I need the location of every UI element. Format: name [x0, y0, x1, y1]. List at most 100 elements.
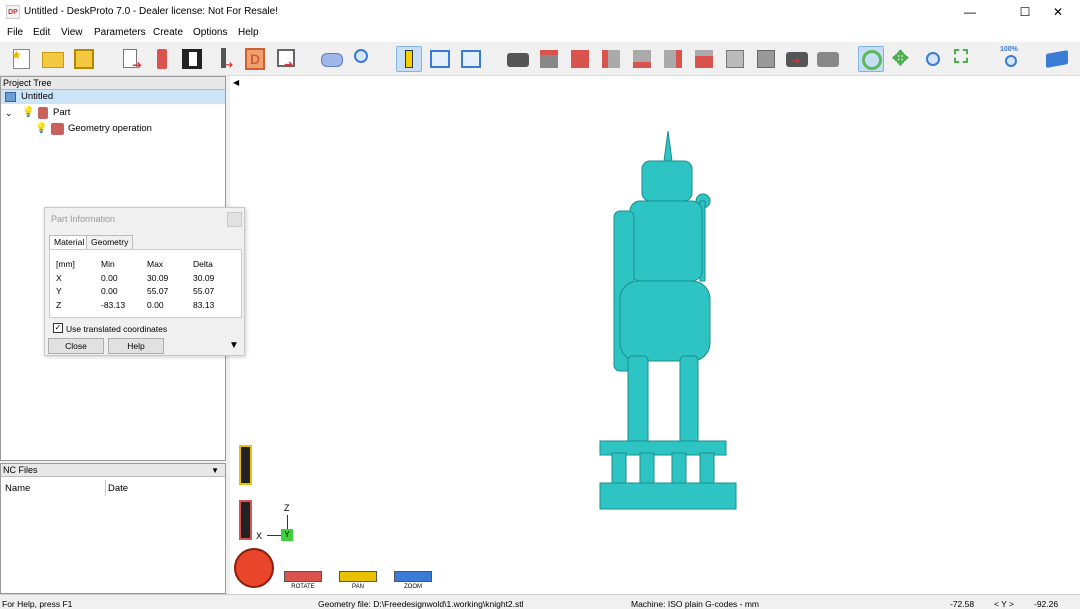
- model-horse-body: [619, 280, 711, 362]
- row-z-delta: 83.13: [193, 300, 215, 310]
- export-button[interactable]: ➜: [273, 46, 299, 72]
- window-title: Untitled - DeskProto 7.0 - Dealer licens…: [24, 6, 278, 17]
- wizard-2d-button[interactable]: ➜: [118, 46, 144, 72]
- maximize-icon: ☐: [1019, 5, 1031, 19]
- view-front-button[interactable]: [598, 46, 624, 72]
- minimize-icon: —: [964, 5, 976, 19]
- minimize-button[interactable]: —: [948, 0, 992, 24]
- view-right-button[interactable]: [691, 46, 717, 72]
- toolbar: ★ ➜ ➜ D ➜ ➜ ✥ 100%: [0, 42, 1080, 76]
- dialog-title: Part Information: [51, 214, 116, 224]
- app-icon[interactable]: DP: [6, 5, 20, 19]
- menu-create[interactable]: Create: [153, 27, 183, 38]
- part-info-button[interactable]: [396, 46, 422, 72]
- translated-coords-checkbox[interactable]: ✓: [53, 323, 63, 333]
- menu-parameters[interactable]: Parameters: [94, 27, 146, 38]
- axis-x-line: [267, 535, 281, 536]
- zoom-window-icon: [954, 49, 968, 63]
- restore-view-button[interactable]: [815, 46, 841, 72]
- status-coord-y: -92.26: [1034, 599, 1059, 609]
- view-bottom-button[interactable]: [722, 46, 748, 72]
- zoom-tool-button[interactable]: [920, 46, 946, 72]
- zoom-label: ZOOM: [404, 584, 422, 590]
- view-top-button[interactable]: [567, 46, 593, 72]
- wizard-3d-button[interactable]: [149, 46, 175, 72]
- pan-arrows-icon: ✥: [892, 48, 909, 70]
- dialog-close-button[interactable]: [227, 212, 242, 227]
- layout-button[interactable]: [427, 46, 453, 72]
- zoom-button[interactable]: [394, 571, 432, 582]
- menu-help[interactable]: Help: [238, 27, 259, 38]
- collapse-panel-icon[interactable]: ◀: [233, 78, 239, 87]
- zoom-100-button[interactable]: 100%: [998, 46, 1024, 72]
- lightbulb-icon[interactable]: 💡: [22, 106, 34, 120]
- tool-button[interactable]: ➜: [211, 46, 237, 72]
- row-x-delta: 30.09: [193, 273, 215, 283]
- tab-geometry[interactable]: Geometry: [86, 235, 134, 249]
- design-button[interactable]: D: [242, 46, 268, 72]
- lightbulb-icon[interactable]: 💡: [35, 122, 47, 136]
- close-button[interactable]: ✕: [1036, 0, 1080, 24]
- preview-button[interactable]: [319, 46, 345, 72]
- part-icon: [38, 107, 48, 119]
- rotate-button[interactable]: [284, 571, 322, 582]
- tab-material[interactable]: Material: [49, 235, 90, 249]
- camera-button[interactable]: [505, 46, 531, 72]
- menu-view[interactable]: View: [61, 27, 83, 38]
- model-leg-left: [627, 355, 649, 447]
- status-geometry-file: Geometry file: D:\Freedesignwold\1.worki…: [318, 599, 524, 609]
- status-help: For Help, press F1: [2, 599, 73, 609]
- rotate-label: ROTATE: [291, 584, 315, 590]
- figure-wizard-icon: [157, 49, 167, 69]
- axis-y-label: Y: [281, 529, 293, 541]
- rotate-tool-button[interactable]: [858, 46, 884, 72]
- zoom-in-icon: [926, 52, 940, 66]
- cube-front-icon: [602, 50, 620, 68]
- wizard-image-button[interactable]: [180, 46, 206, 72]
- pan-button[interactable]: [339, 571, 377, 582]
- model-head: [641, 160, 693, 202]
- book-icon: [1046, 50, 1068, 68]
- menu-options[interactable]: Options: [193, 27, 227, 38]
- zoom-window-button[interactable]: [951, 46, 977, 72]
- expand-arrow-icon[interactable]: ▼: [229, 340, 239, 351]
- view-back-button[interactable]: [629, 46, 655, 72]
- open-button[interactable]: [40, 46, 66, 72]
- status-axis: < Y >: [994, 599, 1015, 609]
- tree-item-untitled[interactable]: Untitled: [1, 90, 225, 104]
- view-3d-button[interactable]: [536, 46, 562, 72]
- chevron-down-icon[interactable]: ⌄: [5, 106, 13, 120]
- close-button[interactable]: Close: [48, 338, 104, 354]
- zoom-preview-button[interactable]: [350, 46, 376, 72]
- camera-icon: [507, 53, 529, 67]
- help-book-button[interactable]: [1044, 46, 1070, 72]
- header-min: Min: [101, 259, 115, 269]
- column-name[interactable]: Name: [5, 483, 30, 494]
- camera-restore-icon: [817, 52, 839, 67]
- row-x-max: 30.09: [147, 273, 169, 283]
- save-button[interactable]: [71, 46, 97, 72]
- operation-error-icon: [51, 123, 64, 135]
- rotate-dial[interactable]: [234, 548, 274, 588]
- help-button[interactable]: Help: [108, 338, 164, 354]
- 3d-viewport[interactable]: ◀ Z X Y ROTATE PAN ZOOM: [230, 76, 1080, 594]
- view-left-button[interactable]: [660, 46, 686, 72]
- project-tree-header: Project Tree: [1, 77, 225, 90]
- view-window-button[interactable]: [458, 46, 484, 72]
- slider-red[interactable]: [239, 500, 252, 540]
- menu-bar: File Edit View Parameters Create Options…: [0, 24, 1080, 42]
- tree-item-part[interactable]: ⌄ 💡 Part: [5, 106, 205, 120]
- status-bar: For Help, press F1 Geometry file: D:\Fre…: [0, 594, 1080, 609]
- pan-tool-button[interactable]: ✥: [889, 46, 915, 72]
- close-icon: ✕: [1052, 5, 1064, 19]
- column-date[interactable]: Date: [108, 483, 128, 494]
- new-button[interactable]: ★: [9, 46, 35, 72]
- view-iso-button[interactable]: [753, 46, 779, 72]
- slider-yellow[interactable]: [239, 445, 252, 485]
- save-view-button[interactable]: ➜: [784, 46, 810, 72]
- tree-item-geometry-operation[interactable]: 💡 Geometry operation: [35, 122, 225, 136]
- menu-edit[interactable]: Edit: [33, 27, 50, 38]
- dropdown-arrow-icon[interactable]: ▼: [211, 464, 219, 477]
- menu-file[interactable]: File: [7, 27, 23, 38]
- row-z-label: Z: [56, 300, 62, 310]
